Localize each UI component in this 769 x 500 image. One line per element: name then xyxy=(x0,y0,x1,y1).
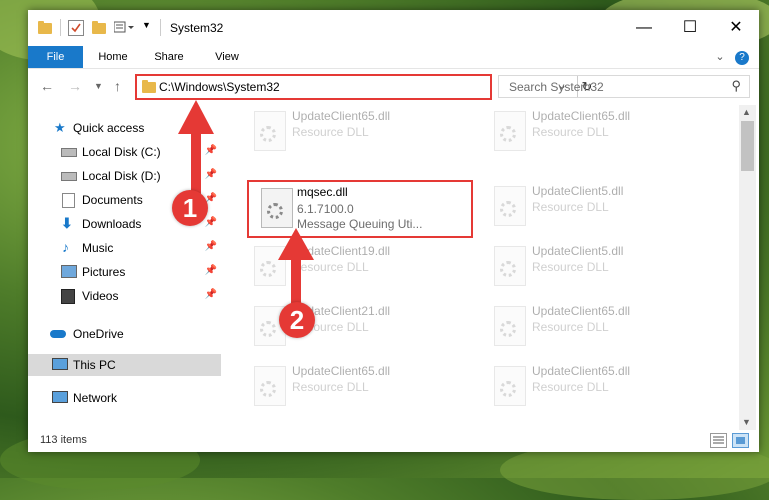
arrow-2-head xyxy=(278,228,314,260)
step-badge-1: 1 xyxy=(172,190,208,226)
annotation-arrows xyxy=(178,100,314,305)
step-badge-2: 2 xyxy=(279,302,315,338)
arrow-1-head xyxy=(178,100,214,134)
